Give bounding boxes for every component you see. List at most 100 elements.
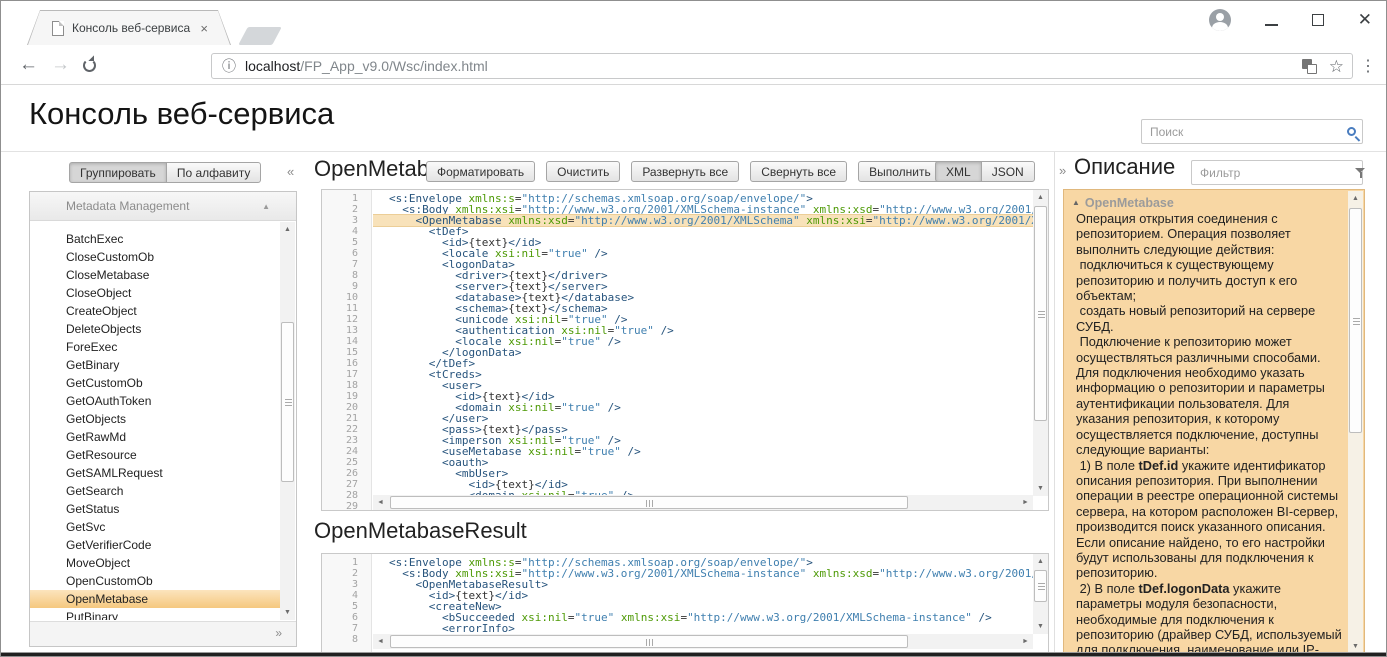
sidebar-item-GetCustomOb[interactable]: GetCustomOb [30, 374, 280, 392]
description-title: Описание [1074, 154, 1175, 180]
entry-collapse-icon[interactable]: ▲ [1072, 198, 1080, 207]
sidebar-item-CreateObject[interactable]: CreateObject [30, 302, 280, 320]
sidebar-item-PutBinary[interactable]: PutBinary [30, 608, 280, 620]
sidebar-item-GetBinary[interactable]: GetBinary [30, 356, 280, 374]
sidebar-item-GetResource[interactable]: GetResource [30, 446, 280, 464]
scroll-down-icon[interactable]: ▼ [280, 605, 295, 620]
sidebar-item-GetStatus[interactable]: GetStatus [30, 500, 280, 518]
search-icon[interactable] [1347, 127, 1356, 136]
sidebar-item-OpenCustomOb[interactable]: OpenCustomOb [30, 572, 280, 590]
code-line-15: </logonData> [389, 347, 1033, 358]
scroll-thumb[interactable] [281, 322, 294, 482]
sidebar-item-BatchExec[interactable]: BatchExec [30, 230, 280, 248]
new-tab-button[interactable] [238, 27, 282, 45]
panel-divider [1054, 152, 1055, 652]
sidebar-item-CloseMetabase[interactable]: CloseMetabase [30, 266, 280, 284]
minimize-button[interactable] [1265, 24, 1278, 26]
window-close-button[interactable]: ✕ [1358, 9, 1372, 31]
scroll-right-icon[interactable]: ► [1018, 495, 1033, 510]
translate-icon[interactable] [1302, 59, 1317, 74]
group-header[interactable]: Metadata Management ▲ [30, 192, 296, 221]
sidebar-item-GetVerifierCode[interactable]: GetVerifierCode [30, 536, 280, 554]
scroll-thumb[interactable] [1349, 208, 1362, 433]
scroll-up-icon[interactable]: ▲ [280, 222, 295, 237]
scroll-down-icon[interactable]: ▼ [1033, 481, 1048, 496]
info-icon[interactable]: ⓘ [222, 56, 236, 76]
scroll-thumb[interactable] [1034, 206, 1047, 421]
sidebar-item-MoveObject[interactable]: MoveObject [30, 554, 280, 572]
description-paragraph: создать новый репозиторий на сервере СУБ… [1072, 303, 1342, 334]
expand-all-button[interactable]: Развернуть все [631, 161, 739, 182]
collapse-all-button[interactable]: Свернуть все [750, 161, 847, 182]
sidebar-item-DeleteObjects[interactable]: DeleteObjects [30, 320, 280, 338]
json-toggle-button[interactable]: JSON [981, 161, 1035, 182]
code-line-7: <errorInfo> [389, 623, 1033, 634]
format-button[interactable]: Форматировать [426, 161, 535, 182]
scroll-thumb[interactable] [1034, 570, 1047, 602]
scroll-right-icon[interactable]: ► [1018, 634, 1033, 649]
sidebar-item-GetObjects[interactable]: GetObjects [30, 410, 280, 428]
scroll-up-icon[interactable]: ▲ [1348, 191, 1363, 206]
execute-button[interactable]: Выполнить [858, 161, 942, 182]
scroll-down-icon[interactable]: ▼ [1033, 619, 1048, 634]
sidebar-item-OpenMetabase[interactable]: OpenMetabase [30, 590, 280, 608]
response-horizontal-scrollbar[interactable]: ◄ ► [373, 634, 1033, 649]
sidebar-scrollbar[interactable]: ▲ ▼ [280, 222, 295, 620]
browser-toolbar: ← → ⓘ localhost/FP_App_v9.0/Wsc/index.ht… [1, 45, 1386, 85]
filter-input[interactable] [1200, 166, 1355, 180]
request-toolbar: Форматировать Очистить Развернуть все Сверн… [426, 161, 942, 182]
scroll-up-icon[interactable]: ▲ [1033, 554, 1048, 569]
scroll-left-icon[interactable]: ◄ [373, 495, 388, 510]
request-horizontal-scrollbar[interactable]: ◄ ► [373, 495, 1033, 510]
sidebar-item-GetSvc[interactable]: GetSvc [30, 518, 280, 536]
description-entry-header[interactable]: ▲ OpenMetabase [1072, 194, 1342, 211]
filter-box[interactable] [1191, 160, 1363, 185]
scroll-thumb[interactable] [390, 496, 908, 509]
search-input[interactable] [1150, 125, 1347, 139]
forward-button[interactable]: → [51, 52, 70, 78]
clear-button[interactable]: Очистить [546, 161, 620, 182]
search-box[interactable] [1141, 119, 1363, 144]
sidebar-item-GetSAMLRequest[interactable]: GetSAMLRequest [30, 464, 280, 482]
line-numbers: 12345678 [322, 554, 372, 657]
scroll-up-icon[interactable]: ▲ [1033, 190, 1048, 205]
response-vertical-scrollbar[interactable]: ▲ ▼ [1033, 554, 1048, 634]
bookmark-star-icon[interactable]: ☆ [1329, 59, 1344, 74]
browser-titlebar: Консоль веб-сервиса × ✕ [1, 1, 1386, 45]
xml-toggle-button[interactable]: XML [935, 161, 982, 182]
sidebar-footer: » [30, 621, 296, 646]
filter-funnel-icon[interactable] [1355, 167, 1366, 178]
sidebar-item-CloseObject[interactable]: CloseObject [30, 284, 280, 302]
tab-close-icon[interactable]: × [200, 21, 208, 36]
request-code[interactable]: <s:Envelope xmlns:s="http://schemas.xmls… [373, 190, 1033, 510]
alphabetical-button[interactable]: По алфавиту [166, 162, 262, 183]
maximize-button[interactable] [1312, 14, 1324, 26]
address-bar[interactable]: ⓘ localhost/FP_App_v9.0/Wsc/index.html ☆ [211, 53, 1353, 79]
url-text: localhost/FP_App_v9.0/Wsc/index.html [245, 58, 1302, 74]
scroll-left-icon[interactable]: ◄ [373, 634, 388, 649]
request-editor[interactable]: 1234567891011121314151617181920212223242… [321, 189, 1049, 511]
profile-icon[interactable] [1209, 9, 1231, 31]
back-button[interactable]: ← [19, 52, 38, 78]
page-title: Консоль веб-сервиса [29, 96, 334, 132]
sidebar-item-CloseCustomOb[interactable]: CloseCustomOb [30, 248, 280, 266]
reload-button[interactable] [83, 59, 96, 72]
description-scrollbar[interactable]: ▲ ▼ [1348, 191, 1363, 656]
request-vertical-scrollbar[interactable]: ▲ ▼ [1033, 190, 1048, 496]
sidebar-collapse-icon[interactable]: « [287, 164, 294, 179]
scroll-thumb[interactable] [390, 635, 908, 648]
sidebar-expand-icon[interactable]: » [275, 626, 282, 640]
window-bottom-border [1, 652, 1386, 656]
description-expand-icon[interactable]: » [1059, 163, 1066, 178]
sidebar-item-GetRawMd[interactable]: GetRawMd [30, 428, 280, 446]
group-collapse-icon[interactable]: ▲ [262, 202, 270, 211]
browser-menu-icon[interactable]: ⋮ [1360, 56, 1376, 76]
group-button[interactable]: Группировать [69, 162, 167, 183]
response-editor[interactable]: 12345678 <s:Envelope xmlns:s="http://sch… [321, 553, 1049, 657]
sidebar-item-GetSearch[interactable]: GetSearch [30, 482, 280, 500]
sidebar-item-GetOAuthToken[interactable]: GetOAuthToken [30, 392, 280, 410]
sidebar-item-ForeExec[interactable]: ForeExec [30, 338, 280, 356]
browser-tab[interactable]: Консоль веб-сервиса × [27, 10, 231, 45]
browser-window: Консоль веб-сервиса × ✕ ← → ⓘ localhost/… [0, 0, 1387, 657]
line-numbers: 1234567891011121314151617181920212223242… [322, 190, 372, 510]
